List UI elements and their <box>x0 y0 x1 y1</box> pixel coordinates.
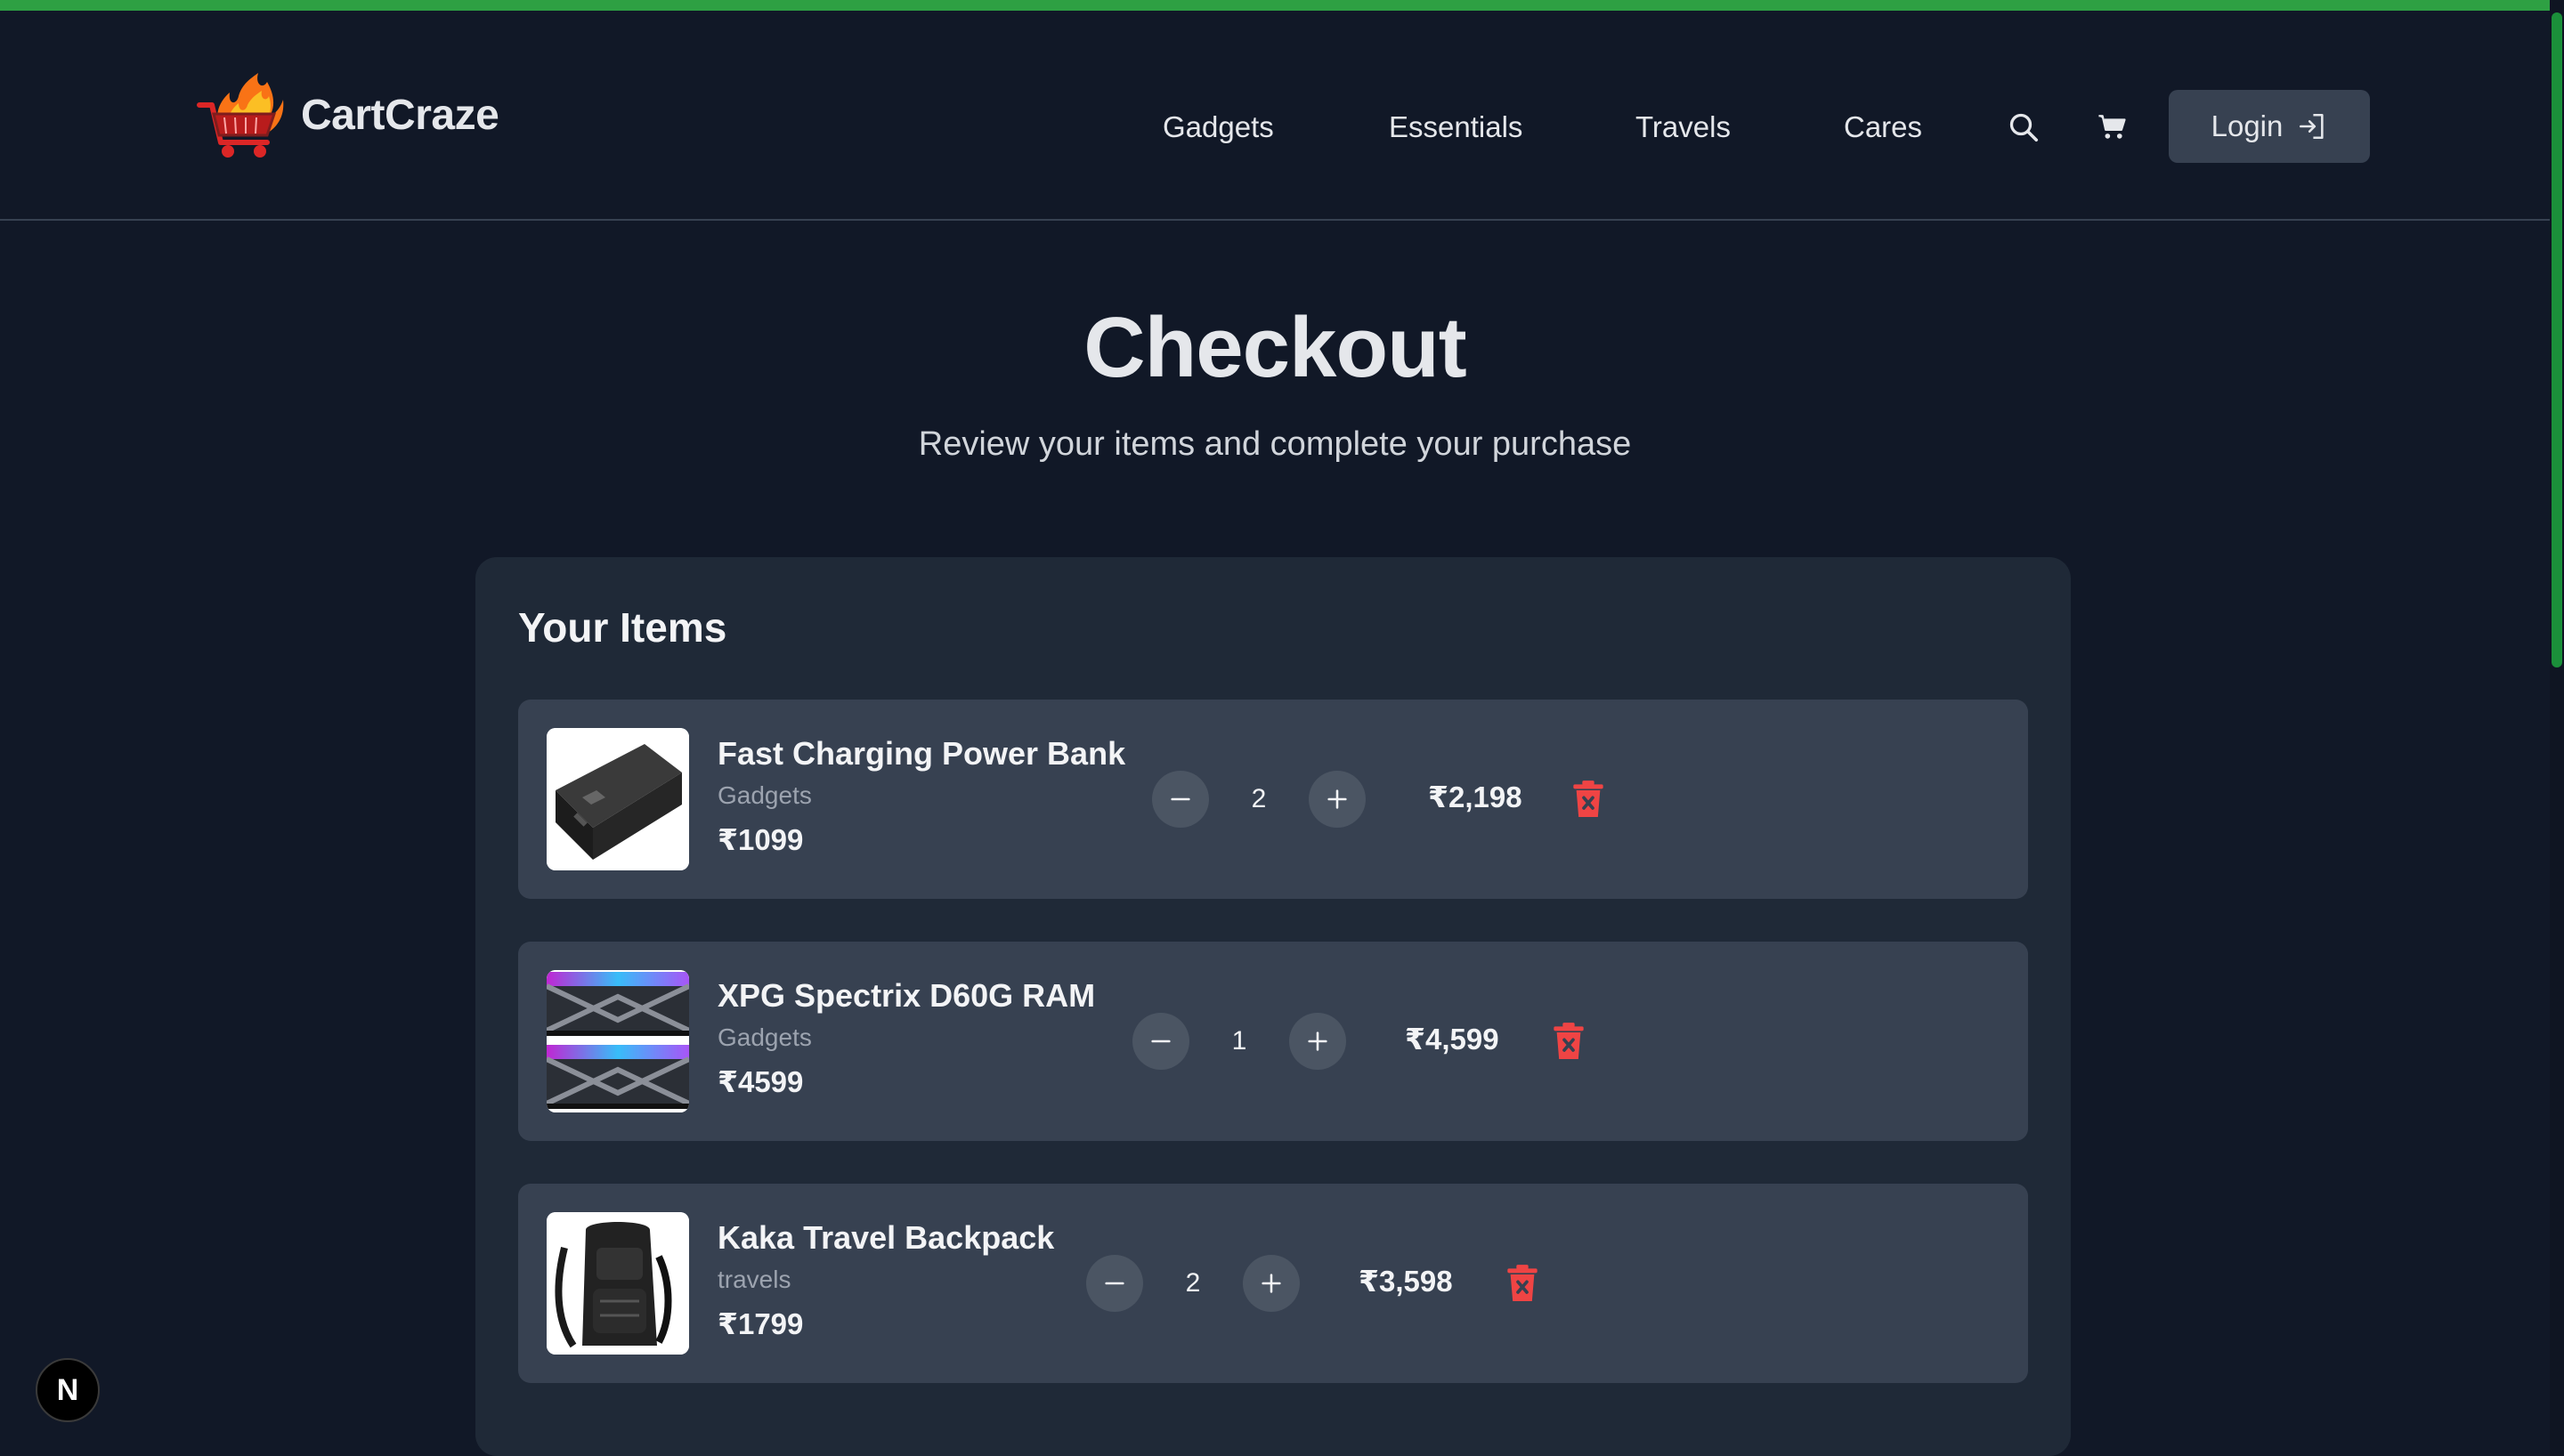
delete-item-icon[interactable] <box>1505 1264 1540 1303</box>
cart-button[interactable] <box>2089 103 2137 151</box>
item-info: Fast Charging Power Bank Gadgets ₹1099 <box>718 735 1125 857</box>
product-image-ram <box>547 970 689 1112</box>
quantity-stepper: 1 <box>1132 1013 1346 1070</box>
quantity-value: 1 <box>1231 1026 1247 1056</box>
decrease-quantity-button[interactable] <box>1086 1255 1143 1312</box>
dev-tools-badge[interactable]: N <box>36 1358 100 1422</box>
cart-item: XPG Spectrix D60G RAM Gadgets ₹4599 1 ₹4… <box>518 942 2028 1141</box>
login-label: Login <box>2211 109 2284 142</box>
power-bank-image <box>547 728 689 870</box>
quantity-stepper: 2 <box>1086 1255 1300 1312</box>
item-line-total: ₹2,198 <box>1428 781 1522 813</box>
item-category: Gadgets <box>718 1023 812 1051</box>
cart-section-title: Your Items <box>518 604 727 651</box>
login-icon <box>2300 113 2324 140</box>
item-info: Kaka Travel Backpack travels ₹1799 <box>718 1219 1054 1341</box>
item-category: travels <box>718 1266 791 1293</box>
scrollbar[interactable] <box>2550 0 2564 1456</box>
increase-quantity-button[interactable] <box>1289 1013 1346 1070</box>
page-title: Checkout <box>1083 300 1466 395</box>
item-name[interactable]: Kaka Travel Backpack <box>718 1219 1054 1257</box>
search-button[interactable] <box>2000 103 2048 151</box>
item-unit-price: ₹4599 <box>718 1065 804 1098</box>
cart-item: Fast Charging Power Bank Gadgets ₹1099 2… <box>518 700 2028 899</box>
nav-link-cares[interactable]: Cares <box>1844 96 1922 158</box>
product-image-power-bank <box>547 728 689 870</box>
dev-tools-badge-label: N <box>56 1372 79 1407</box>
increase-quantity-button[interactable] <box>1243 1255 1300 1312</box>
login-button[interactable]: Login <box>2169 90 2370 163</box>
minus-icon <box>1171 797 1190 801</box>
nav-link-travels[interactable]: Travels <box>1635 96 1731 158</box>
decrease-quantity-button[interactable] <box>1152 771 1209 828</box>
plus-icon <box>1262 1274 1281 1293</box>
nav-link-gadgets[interactable]: Gadgets <box>1163 96 1274 158</box>
nav-link-essentials[interactable]: Essentials <box>1389 96 1522 158</box>
plus-icon <box>1327 789 1347 809</box>
item-line-total: ₹3,598 <box>1359 1265 1453 1298</box>
ram-image <box>547 970 689 1112</box>
search-icon <box>2009 113 2039 142</box>
product-image-backpack <box>547 1212 689 1355</box>
delete-item-icon[interactable] <box>1551 1022 1586 1061</box>
item-info: XPG Spectrix D60G RAM Gadgets ₹4599 <box>718 977 1095 1099</box>
minus-icon <box>1151 1039 1171 1043</box>
delete-item-icon[interactable] <box>1570 780 1606 819</box>
cart-items-card: Your Items Fast Charging Power Bank Gadg… <box>475 557 2071 1456</box>
cart-icon <box>2098 115 2126 139</box>
item-name[interactable]: XPG Spectrix D60G RAM <box>718 977 1095 1015</box>
cart-item: Kaka Travel Backpack travels ₹1799 2 ₹3,… <box>518 1184 2028 1383</box>
site-header: CartCraze Gadgets Essentials Travels Car… <box>0 11 2550 221</box>
quantity-value: 2 <box>1185 1268 1201 1298</box>
quantity-value: 2 <box>1251 784 1267 813</box>
item-category: Gadgets <box>718 781 812 809</box>
main-nav: Gadgets Essentials Travels Cares <box>0 96 2550 158</box>
decrease-quantity-button[interactable] <box>1132 1013 1189 1070</box>
scrollbar-thumb[interactable] <box>2552 12 2562 667</box>
item-name[interactable]: Fast Charging Power Bank <box>718 735 1125 772</box>
page-subtitle: Review your items and complete your purc… <box>918 425 1632 463</box>
backpack-image <box>547 1212 689 1355</box>
plus-icon <box>1308 1031 1327 1051</box>
page-load-progress-bar <box>0 0 2564 11</box>
item-unit-price: ₹1099 <box>718 823 804 856</box>
item-line-total: ₹4,599 <box>1405 1023 1499 1056</box>
minus-icon <box>1105 1282 1124 1285</box>
item-unit-price: ₹1799 <box>718 1307 804 1340</box>
quantity-stepper: 2 <box>1152 771 1366 828</box>
increase-quantity-button[interactable] <box>1309 771 1366 828</box>
